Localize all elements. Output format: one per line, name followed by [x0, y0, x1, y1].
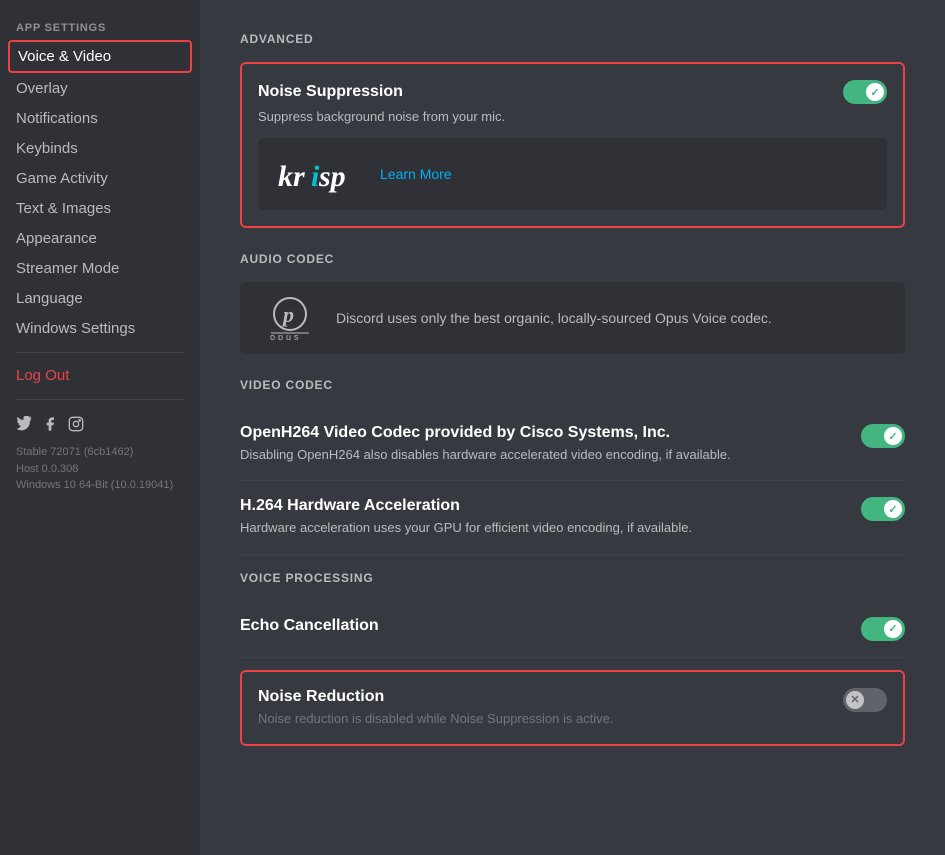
h264-desc: Hardware acceleration uses your GPU for … — [240, 519, 845, 537]
h264-check-icon: ✓ — [888, 503, 897, 516]
sidebar-divider — [16, 352, 184, 353]
h264-setting-block: H.264 Hardware Acceleration Hardware acc… — [240, 481, 905, 554]
openh264-setting-block: OpenH264 Video Codec provided by Cisco S… — [240, 408, 905, 481]
sidebar-item-overlay[interactable]: Overlay — [8, 74, 192, 103]
noise-suppression-desc: Suppress background noise from your mic. — [258, 108, 887, 126]
check-icon: ✓ — [870, 86, 879, 99]
opus-codec-desc: Discord uses only the best organic, loca… — [336, 310, 772, 326]
toggle-track-on[interactable]: ✓ — [843, 80, 887, 104]
noise-suppression-toggle[interactable]: ✓ — [843, 80, 887, 104]
sidebar-item-windows-settings[interactable]: Windows Settings — [8, 314, 192, 343]
noise-reduction-toggle-thumb: ✕ — [846, 691, 864, 709]
sidebar-item-voice-video[interactable]: Voice & Video — [8, 40, 192, 73]
svg-text:p: p — [281, 302, 294, 327]
audio-codec-banner: p opus Discord uses only the best organi… — [240, 282, 905, 354]
noise-reduction-row: Noise Reduction Noise reduction is disab… — [258, 688, 887, 728]
sidebar-section-label: APP SETTINGS — [8, 16, 192, 38]
echo-cancellation-text: Echo Cancellation — [240, 617, 845, 639]
twitter-icon[interactable] — [16, 416, 32, 436]
echo-cancellation-row: Echo Cancellation ✓ — [240, 617, 905, 641]
social-links — [8, 408, 192, 440]
openh264-title: OpenH264 Video Codec provided by Cisco S… — [240, 424, 845, 442]
main-content: ADVANCED Noise Suppression ✓ Suppress ba… — [200, 0, 945, 855]
sidebar-item-appearance[interactable]: Appearance — [8, 224, 192, 253]
noise-reduction-title: Noise Reduction — [258, 688, 827, 706]
echo-cancellation-block: Echo Cancellation ✓ — [240, 601, 905, 658]
echo-cancellation-toggle-thumb: ✓ — [884, 620, 902, 638]
echo-cancellation-title: Echo Cancellation — [240, 617, 845, 635]
h264-title: H.264 Hardware Acceleration — [240, 497, 845, 515]
svg-text:opus: opus — [270, 332, 302, 340]
noise-suppression-row: Noise Suppression ✓ — [258, 80, 887, 104]
h264-toggle-thumb: ✓ — [884, 500, 902, 518]
echo-cancellation-check-icon: ✓ — [888, 622, 897, 635]
sidebar: APP SETTINGS Voice & Video Overlay Notif… — [0, 0, 200, 855]
voice-processing-section-title: VOICE PROCESSING — [240, 571, 905, 585]
sidebar-item-keybinds[interactable]: Keybinds — [8, 134, 192, 163]
version-info: Stable 72071 (6cb1462) Host 0.0.308 Wind… — [8, 440, 192, 498]
openh264-toggle[interactable]: ✓ — [861, 424, 905, 448]
advanced-section-title: ADVANCED — [240, 32, 905, 46]
toggle-thumb: ✓ — [866, 83, 884, 101]
noise-reduction-desc: Noise reduction is disabled while Noise … — [258, 710, 827, 728]
noise-suppression-title: Noise Suppression — [258, 83, 403, 101]
krisp-banner: kr i sp Learn More — [258, 138, 887, 210]
h264-toggle-track[interactable]: ✓ — [861, 497, 905, 521]
noise-reduction-toggle-track[interactable]: ✕ — [843, 688, 887, 712]
sidebar-item-streamer-mode[interactable]: Streamer Mode — [8, 254, 192, 283]
audio-codec-section-title: AUDIO CODEC — [240, 252, 905, 266]
krisp-logo-svg: kr i sp — [278, 154, 368, 194]
noise-reduction-toggle[interactable]: ✕ — [843, 688, 887, 712]
noise-suppression-card: Noise Suppression ✓ Suppress background … — [240, 62, 905, 228]
svg-text:kr: kr — [278, 160, 305, 193]
instagram-icon[interactable] — [68, 416, 84, 436]
krisp-logo: kr i sp — [278, 154, 368, 194]
h264-text: H.264 Hardware Acceleration Hardware acc… — [240, 497, 845, 537]
openh264-desc: Disabling OpenH264 also disables hardwar… — [240, 446, 845, 464]
noise-reduction-text: Noise Reduction Noise reduction is disab… — [258, 688, 827, 728]
log-out-button[interactable]: Log Out — [8, 361, 192, 390]
krisp-learn-more-link[interactable]: Learn More — [380, 166, 452, 182]
echo-cancellation-toggle-track[interactable]: ✓ — [861, 617, 905, 641]
h264-row: H.264 Hardware Acceleration Hardware acc… — [240, 497, 905, 537]
sidebar-item-notifications[interactable]: Notifications — [8, 104, 192, 133]
noise-reduction-card: Noise Reduction Noise reduction is disab… — [240, 670, 905, 746]
sidebar-item-text-images[interactable]: Text & Images — [8, 194, 192, 223]
openh264-toggle-thumb: ✓ — [884, 427, 902, 445]
noise-reduction-x-icon: ✕ — [850, 693, 859, 706]
video-codec-section-title: VIDEO CODEC — [240, 378, 905, 392]
h264-toggle[interactable]: ✓ — [861, 497, 905, 521]
sidebar-item-language[interactable]: Language — [8, 284, 192, 313]
sidebar-divider-2 — [16, 399, 184, 400]
facebook-icon[interactable] — [42, 416, 58, 436]
openh264-toggle-track[interactable]: ✓ — [861, 424, 905, 448]
opus-logo: p opus — [260, 296, 320, 340]
openh264-row: OpenH264 Video Codec provided by Cisco S… — [240, 424, 905, 464]
openh264-check-icon: ✓ — [888, 430, 897, 443]
openh264-text: OpenH264 Video Codec provided by Cisco S… — [240, 424, 845, 464]
sidebar-item-game-activity[interactable]: Game Activity — [8, 164, 192, 193]
svg-text:sp: sp — [318, 160, 346, 193]
echo-cancellation-toggle[interactable]: ✓ — [861, 617, 905, 641]
